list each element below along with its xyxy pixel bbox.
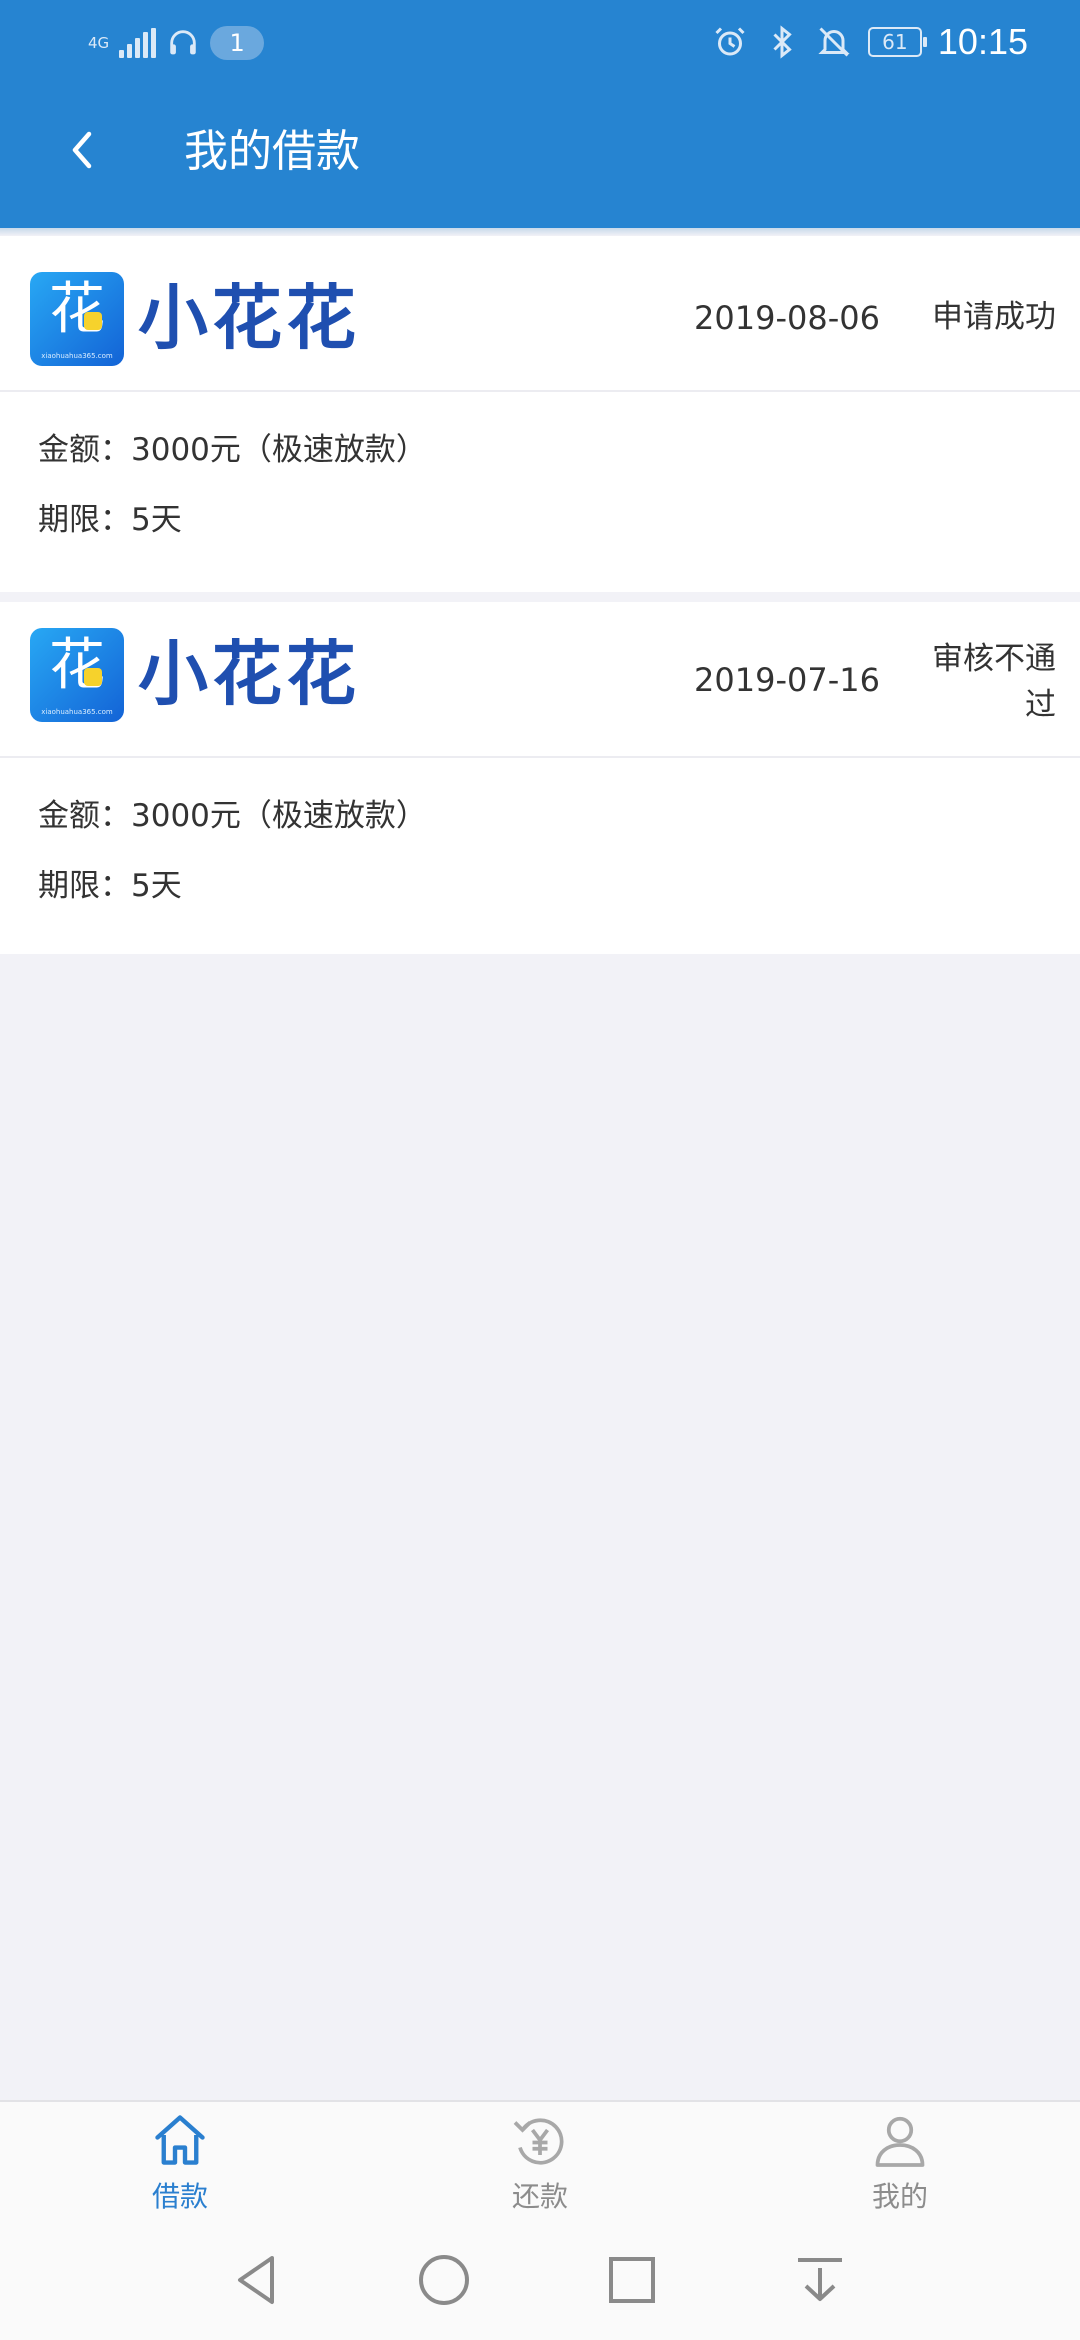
- amount-value: 3000元（极速放款）: [131, 432, 427, 468]
- loan-card[interactable]: 花 xiaohuahua365.com 小花花 2019-07-16 审核不通过…: [0, 602, 1080, 954]
- repay-icon: [513, 2118, 564, 2165]
- nav-notification-button[interactable]: [784, 2244, 856, 2316]
- loan-status: 审核不通过: [932, 641, 1056, 723]
- system-nav-bar: [0, 2222, 1080, 2340]
- tab-label: 还款: [511, 2180, 568, 2213]
- nav-back-button[interactable]: [220, 2244, 292, 2316]
- notification-badge: 1: [210, 26, 265, 60]
- loan-date: 2019-07-16: [694, 661, 880, 699]
- app-logo: 花 xiaohuahua365.com: [30, 628, 124, 722]
- home-icon: [155, 2115, 205, 2165]
- loan-date: 2019-08-06: [694, 299, 880, 337]
- triangle-back-icon: [238, 2256, 274, 2304]
- status-right: 61 10:15: [712, 18, 1028, 66]
- loan-card-body: 金额：3000元（极速放款） 期限：5天: [0, 392, 1080, 570]
- loan-amount-row: 金额：3000元（极速放款）: [38, 796, 1080, 866]
- term-value: 5天: [131, 502, 182, 538]
- loan-card-body: 金额：3000元（极速放款） 期限：5天: [0, 758, 1080, 936]
- app-bar: 我的借款: [0, 86, 1080, 228]
- bottom-tab-bar: 借款 还款 我的: [0, 2100, 1080, 2222]
- loan-term-row: 期限：5天: [38, 500, 1080, 570]
- loan-card-header: 花 xiaohuahua365.com 小花花 2019-08-06 申请成功: [0, 236, 1080, 392]
- term-value: 5天: [131, 868, 182, 904]
- circle-home-icon: [419, 2255, 469, 2305]
- tab-repay[interactable]: 还款: [440, 2102, 640, 2224]
- battery-icon: 61: [867, 27, 927, 57]
- chevron-left-icon: [72, 131, 92, 169]
- pull-down-icon: [798, 2258, 842, 2301]
- amount-label: 金额：: [38, 432, 131, 468]
- tab-mine[interactable]: 我的: [800, 2102, 1000, 2224]
- term-label: 期限：: [38, 868, 131, 904]
- amount-value: 3000元（极速放款）: [131, 798, 427, 834]
- brand-name: 小花花: [138, 633, 360, 715]
- bluetooth-icon: [773, 25, 792, 59]
- loan-card[interactable]: 花 xiaohuahua365.com 小花花 2019-08-06 申请成功 …: [0, 236, 1080, 592]
- back-button[interactable]: [48, 116, 116, 184]
- loan-status: 申请成功: [932, 299, 1056, 335]
- nav-home-button[interactable]: [408, 2244, 480, 2316]
- alarm-icon: [715, 27, 745, 56]
- nav-recents-button[interactable]: [596, 2244, 668, 2316]
- term-label: 期限：: [38, 502, 131, 538]
- network-type: 4G: [88, 33, 110, 52]
- clock: 10:15: [937, 21, 1028, 62]
- loan-term-row: 期限：5天: [38, 866, 1080, 936]
- battery-level: 61: [882, 30, 908, 54]
- status-left: 4G 1: [88, 20, 265, 66]
- brand-name: 小花花: [138, 277, 360, 359]
- amount-label: 金额：: [38, 798, 131, 834]
- person-icon: [875, 2116, 925, 2167]
- tab-label: 借款: [151, 2180, 208, 2213]
- loan-amount-row: 金额：3000元（极速放款）: [38, 430, 1080, 500]
- mute-icon: [818, 27, 850, 57]
- status-bar: 4G 1 61 10:15: [0, 0, 1080, 86]
- tab-label: 我的: [871, 2180, 928, 2213]
- page-title: 我的借款: [184, 126, 360, 177]
- loan-card-header: 花 xiaohuahua365.com 小花花 2019-07-16 审核不通过: [0, 602, 1080, 758]
- headset-icon: [170, 30, 196, 55]
- tab-loan[interactable]: 借款: [80, 2102, 280, 2224]
- app-logo: 花 xiaohuahua365.com: [30, 272, 124, 366]
- signal-icon: [119, 28, 157, 58]
- app-bar-shadow: [0, 228, 1080, 236]
- square-recents-icon: [609, 2257, 655, 2303]
